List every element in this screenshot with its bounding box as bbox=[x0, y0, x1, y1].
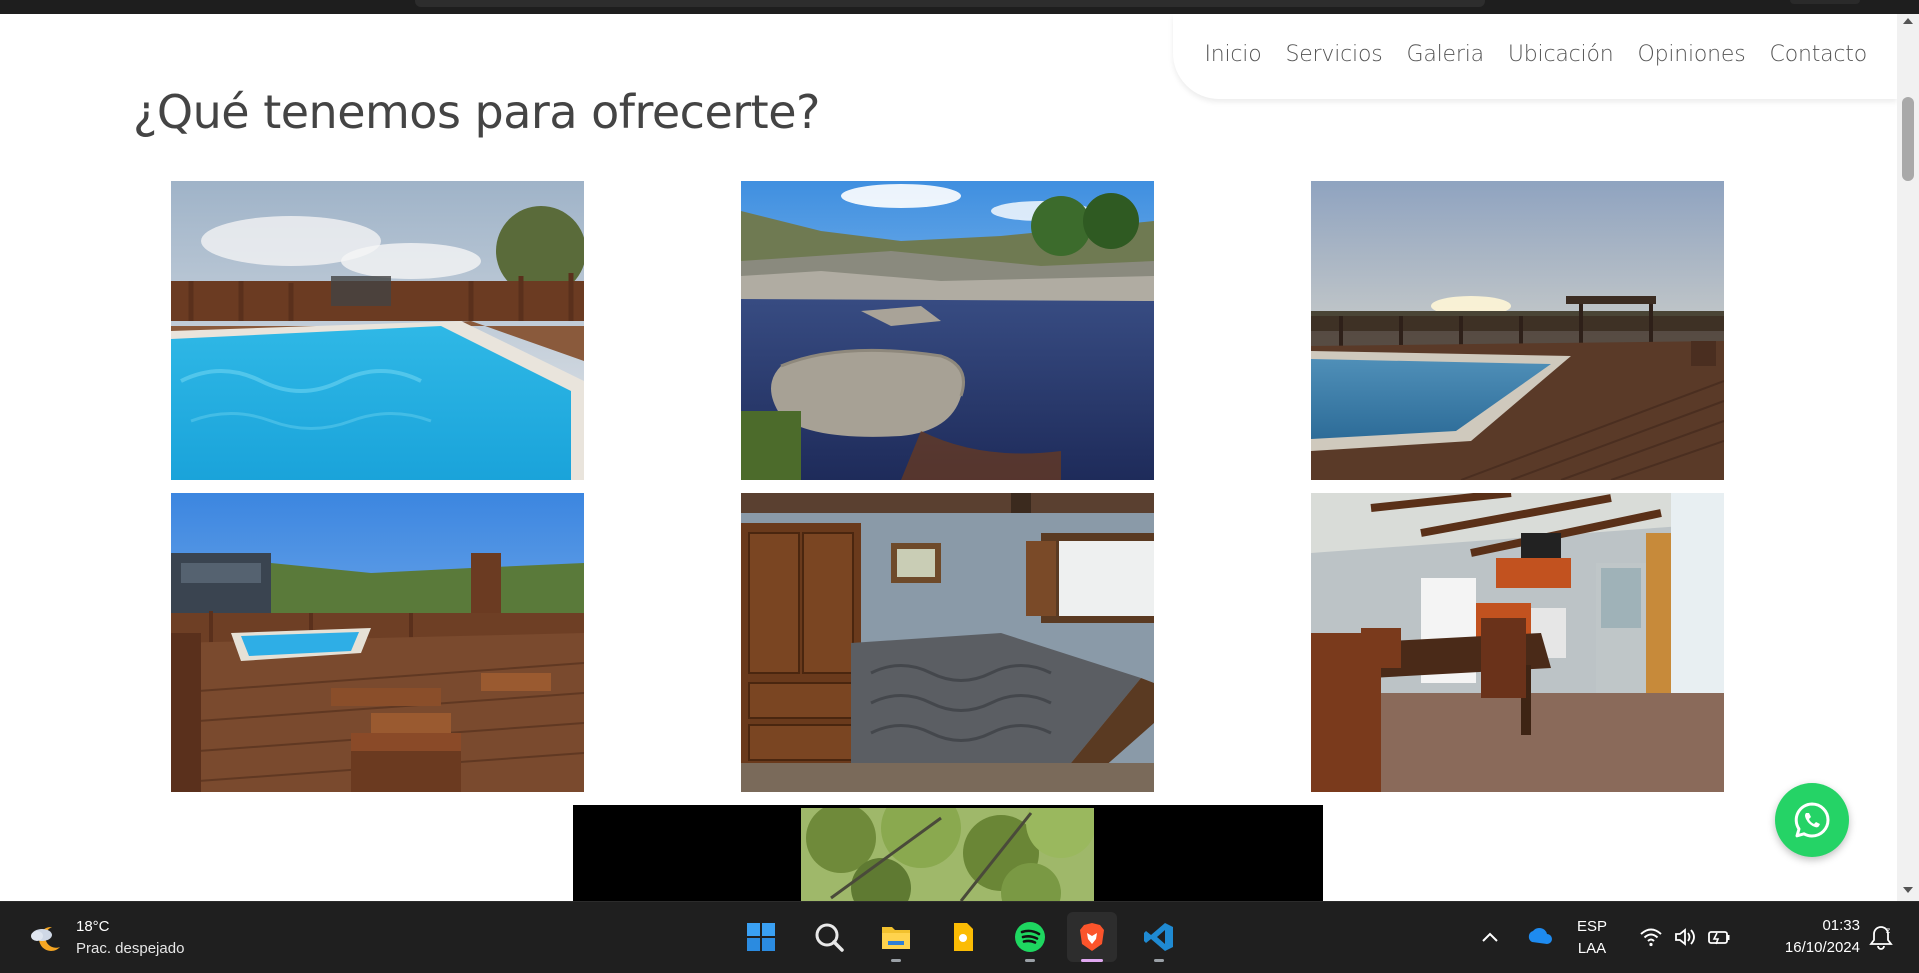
photo-river[interactable] bbox=[741, 181, 1154, 480]
address-bar[interactable] bbox=[415, 0, 1485, 7]
nav-item-servicios[interactable]: Servicios bbox=[1285, 42, 1382, 67]
vscode-icon bbox=[1144, 923, 1173, 951]
notes-app-button[interactable] bbox=[938, 912, 988, 962]
windows-taskbar: 18°C Prac. despejado ESP LAA 01:33 16/10… bbox=[0, 901, 1919, 973]
weather-temperature: 18°C bbox=[76, 918, 110, 935]
system-tray-icons[interactable] bbox=[1638, 924, 1732, 950]
video-player[interactable] bbox=[573, 805, 1323, 901]
file-explorer-icon bbox=[882, 927, 910, 949]
whatsapp-icon bbox=[1794, 802, 1830, 838]
active-indicator bbox=[1081, 959, 1103, 962]
running-indicator bbox=[891, 959, 901, 962]
running-indicator bbox=[1154, 959, 1164, 962]
scroll-thumb[interactable] bbox=[1902, 97, 1914, 181]
keyboard-layout: LAA bbox=[1577, 940, 1607, 957]
brave-browser-button[interactable] bbox=[1067, 912, 1117, 962]
photo-sunset-deck[interactable] bbox=[1311, 181, 1724, 480]
spotify-button[interactable] bbox=[1005, 912, 1055, 962]
start-button[interactable] bbox=[736, 912, 786, 962]
vscode-button[interactable] bbox=[1134, 912, 1184, 962]
video-frame bbox=[801, 808, 1094, 901]
photo-kitchen[interactable] bbox=[1311, 493, 1724, 792]
weather-condition: Prac. despejado bbox=[76, 940, 185, 957]
language-code: ESP bbox=[1576, 918, 1607, 935]
file-explorer-button[interactable] bbox=[871, 912, 921, 962]
main-navigation: Inicio Servicios Galeria Ubicación Opini… bbox=[1173, 14, 1897, 99]
clock-date: 16/10/2024 bbox=[1784, 939, 1860, 956]
system-clock[interactable]: 01:33 16/10/2024 bbox=[1755, 915, 1860, 959]
clock-time: 01:33 bbox=[1822, 917, 1860, 934]
notification-bell-icon[interactable]: z bbox=[1868, 923, 1894, 951]
svg-text:z: z bbox=[1886, 926, 1890, 935]
nav-item-inicio[interactable]: Inicio bbox=[1204, 42, 1261, 67]
volume-icon bbox=[1672, 924, 1698, 950]
web-page: Inicio Servicios Galeria Ubicación Opini… bbox=[0, 14, 1897, 901]
nav-item-galeria[interactable]: Galeria bbox=[1406, 42, 1484, 67]
brave-browser-icon bbox=[1080, 923, 1104, 951]
nav-item-opiniones[interactable]: Opiniones bbox=[1637, 42, 1745, 67]
nav-item-ubicacion[interactable]: Ubicación bbox=[1508, 42, 1614, 67]
section-title: ¿Qué tenemos para ofrecerte? bbox=[133, 85, 820, 139]
browser-top-bar bbox=[0, 0, 1919, 14]
search-icon bbox=[815, 923, 844, 952]
browser-menu-edge bbox=[1790, 0, 1860, 4]
notes-icon bbox=[954, 923, 973, 951]
spotify-icon bbox=[1015, 922, 1045, 952]
whatsapp-button[interactable] bbox=[1775, 783, 1849, 857]
scroll-down-arrow-icon[interactable] bbox=[1903, 887, 1913, 893]
photo-bedroom[interactable] bbox=[741, 493, 1154, 792]
search-button[interactable] bbox=[804, 912, 854, 962]
chevron-up-icon[interactable] bbox=[1478, 926, 1502, 950]
wifi-icon bbox=[1638, 924, 1664, 950]
running-indicator bbox=[1025, 959, 1035, 962]
language-indicator[interactable]: ESP LAA bbox=[1570, 916, 1614, 960]
photo-pool[interactable] bbox=[171, 181, 584, 480]
battery-icon bbox=[1706, 924, 1732, 950]
onedrive-cloud-icon[interactable] bbox=[1524, 924, 1554, 948]
windows-start-icon bbox=[747, 923, 775, 951]
photo-deck-chairs[interactable] bbox=[171, 493, 584, 792]
page-scrollbar[interactable] bbox=[1897, 14, 1919, 901]
scroll-up-arrow-icon[interactable] bbox=[1903, 18, 1913, 24]
moon-cloud-icon bbox=[31, 926, 60, 951]
nav-item-contacto[interactable]: Contacto bbox=[1770, 42, 1868, 67]
